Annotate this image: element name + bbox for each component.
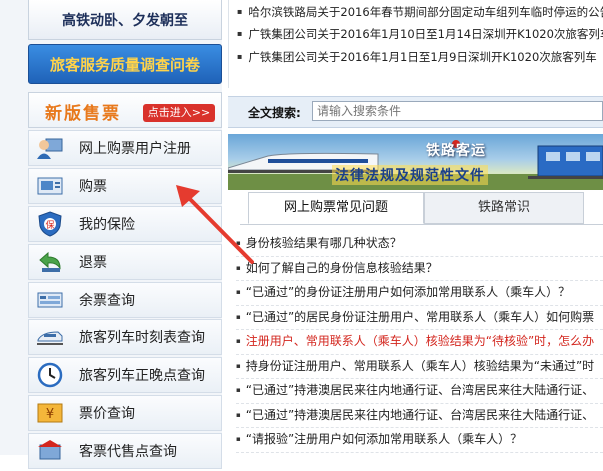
faq-item[interactable]: “已通过”的身份证注册用户如何添加常用联系人（乘车人）？ bbox=[236, 281, 603, 306]
user-register-icon bbox=[35, 135, 65, 161]
menu-item-fare-query[interactable]: ¥ 票价查询 bbox=[28, 395, 222, 432]
menu-label: 票价查询 bbox=[79, 406, 135, 423]
refund-arrow-icon bbox=[35, 249, 65, 275]
news-item[interactable]: 广铁集团公司关于2016年1月1日至1月9日深圳开K1020次旅客列车 bbox=[237, 49, 596, 65]
menu-label: 购票 bbox=[79, 178, 107, 195]
menu-item-timetable[interactable]: 旅客列车时刻表查询 bbox=[28, 319, 222, 356]
faq-item[interactable]: “已通过”持港澳居民来往内地通行证、台湾居民来往大陆通行证、 bbox=[236, 404, 603, 428]
faq-item[interactable]: “已通过”的居民身份证注册用户、常用联系人（乘车人）如何购票 bbox=[236, 306, 603, 330]
banner-subtitle-laws: 法律法规及规范性文件 bbox=[332, 165, 488, 185]
agency-icon bbox=[35, 438, 65, 464]
search-label: 全文搜索: bbox=[248, 106, 301, 120]
faq-item-highlighted[interactable]: 注册用户、常用联系人（乘车人）核验结果为“待核验”时，怎么办 bbox=[236, 330, 603, 355]
menu-label: 余票查询 bbox=[79, 292, 135, 309]
search-input[interactable] bbox=[312, 101, 603, 121]
faq-item[interactable]: 身份核验结果有哪几种状态？ bbox=[236, 232, 603, 257]
menu-label: 我的保险 bbox=[79, 216, 135, 233]
enter-new-ticketing-button[interactable]: 点击进入>> bbox=[143, 104, 215, 122]
menu-label: 旅客列车时刻表查询 bbox=[79, 330, 205, 347]
menu-item-user-register[interactable]: 网上购票用户注册 bbox=[28, 130, 222, 166]
remaining-ticket-icon bbox=[35, 287, 65, 313]
menu-label: 旅客列车正晚点查询 bbox=[79, 368, 205, 385]
menu-item-remaining-tickets[interactable]: 余票查询 bbox=[28, 281, 222, 318]
tab-railway-knowledge[interactable]: 铁路常识 bbox=[424, 192, 584, 224]
menu-label: 网上购票用户注册 bbox=[79, 141, 191, 157]
new-ticketing-title: 新版售票 bbox=[45, 104, 121, 124]
svg-text:保: 保 bbox=[45, 219, 54, 231]
faq-item[interactable]: “请报验”注册用户如何添加常用联系人（乘车人）？ bbox=[236, 428, 603, 453]
faq-item[interactable]: 持身份证注册用户、常用联系人（乘车人）核验结果为“未通过”时 bbox=[236, 355, 603, 379]
faq-item[interactable]: “已通过”持港澳居民来往内地通行证、台湾居民来往大陆通行证、 bbox=[236, 379, 603, 404]
faq-tabs: 网上购票常见问题 铁路常识 bbox=[240, 190, 603, 225]
insurance-shield-icon: 保 bbox=[35, 211, 65, 237]
clock-icon bbox=[35, 362, 65, 388]
news-item[interactable]: 广铁集团公司关于2016年1月10日至1月14日深圳开K1020次旅客列车 bbox=[237, 26, 603, 42]
train-timetable-icon bbox=[35, 324, 65, 350]
banner-title-railway: 铁路客运 bbox=[426, 143, 486, 159]
survey-banner-text: 旅客服务质量调查问卷 bbox=[49, 55, 200, 74]
menu-item-agency-query[interactable]: 客票代售点查询 bbox=[28, 433, 222, 470]
promo-banner-high-speed[interactable]: 高铁动卧、夕发朝至 bbox=[28, 0, 222, 40]
news-list: 哈尔滨铁路局关于2016年春节期间部分固定动车组列车临时停运的公告 广铁集团公司… bbox=[228, 0, 603, 88]
promo-banner-text: 高铁动卧、夕发朝至 bbox=[62, 12, 188, 29]
menu-item-delay-query[interactable]: 旅客列车正晚点查询 bbox=[28, 357, 222, 394]
search-bar: 全文搜索: bbox=[228, 96, 603, 128]
tab-online-ticket-faq[interactable]: 网上购票常见问题 bbox=[248, 192, 424, 224]
rail-regulations-banner[interactable]: 铁路客运 法律法规及规范性文件 bbox=[228, 134, 603, 190]
faq-list: 身份核验结果有哪几种状态？ 如何了解自己的身份信息核验结果？ “已通过”的身份证… bbox=[236, 232, 603, 453]
ticket-purchase-icon bbox=[35, 173, 65, 199]
svg-text:¥: ¥ bbox=[46, 407, 54, 422]
survey-banner-button[interactable]: 旅客服务质量调查问卷 bbox=[28, 44, 222, 84]
news-item[interactable]: 哈尔滨铁路局关于2016年春节期间部分固定动车组列车临时停运的公告 bbox=[237, 4, 603, 20]
menu-label: 客票代售点查询 bbox=[79, 444, 177, 461]
menu-label: 退票 bbox=[79, 254, 107, 271]
annotation-arrow-icon bbox=[176, 185, 254, 264]
price-yen-icon: ¥ bbox=[35, 400, 65, 426]
new-ticketing-panel: 新版售票 点击进入>> bbox=[28, 92, 222, 128]
faq-item[interactable]: 如何了解自己的身份信息核验结果？ bbox=[236, 257, 603, 281]
